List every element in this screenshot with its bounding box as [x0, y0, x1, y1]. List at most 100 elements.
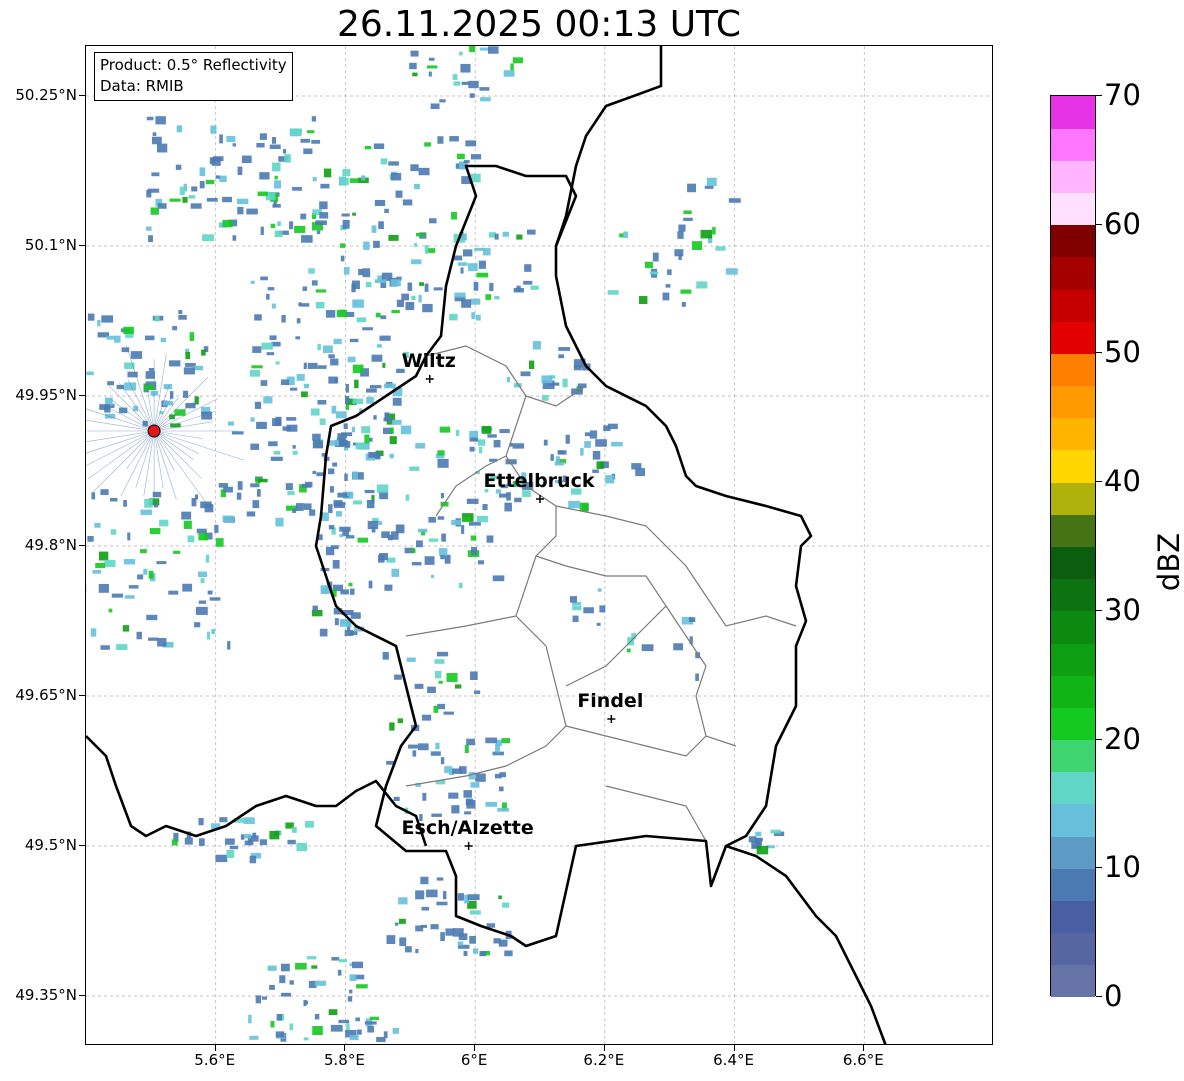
echo-cell	[394, 922, 399, 926]
echo-cell	[572, 602, 582, 606]
echo-cell	[476, 515, 488, 523]
echo-cell	[182, 196, 188, 203]
echo-cell	[169, 391, 174, 399]
echo-cell	[104, 559, 116, 567]
longitude-tick	[863, 1045, 865, 1051]
echo-cell	[526, 229, 536, 235]
colorbar-segment	[1051, 128, 1095, 161]
echo-cell	[680, 289, 692, 294]
echo-cell	[341, 432, 353, 437]
echo-cell	[410, 164, 419, 172]
colorbar-segment	[1051, 192, 1095, 226]
echo-cell	[595, 439, 607, 447]
echo-cell	[428, 538, 439, 542]
echo-cell	[157, 143, 168, 153]
echo-cell	[394, 674, 402, 680]
colorbar-segment	[1051, 803, 1095, 837]
map-canvas	[86, 46, 992, 1044]
echo-cell	[458, 582, 463, 589]
echo-cell	[259, 172, 270, 180]
echo-cell	[86, 371, 94, 376]
echo-cell	[361, 175, 366, 181]
echo-cell	[87, 313, 95, 321]
colorbar-label: dBZ	[1152, 532, 1184, 592]
echo-cell	[200, 578, 205, 584]
echo-cell	[412, 750, 417, 757]
echo-cell	[347, 996, 353, 1002]
echo-cell	[338, 959, 348, 963]
city-label: Esch/Alzette	[401, 817, 534, 839]
echo-cell	[330, 545, 339, 550]
echo-cell	[457, 941, 464, 946]
echo-cell	[378, 221, 384, 230]
echo-cell	[376, 484, 389, 493]
echo-cell	[558, 354, 565, 359]
echo-cell	[368, 451, 380, 458]
echo-cell	[439, 99, 446, 103]
product-label: Product: 0.5° Reflectivity	[100, 56, 287, 74]
echo-cell	[199, 181, 205, 189]
echo-cell	[302, 286, 308, 291]
echo-cell	[449, 136, 459, 142]
echo-cell	[178, 310, 183, 315]
echo-cell	[340, 255, 345, 262]
echo-cell	[92, 569, 102, 574]
echo-cell	[157, 203, 167, 209]
clutter-ray	[126, 430, 155, 470]
echo-cell	[123, 559, 136, 565]
echo-cell	[436, 901, 448, 906]
echo-cell	[219, 134, 223, 144]
echo-cell	[438, 680, 443, 684]
echo-cell	[487, 434, 497, 438]
echo-cell	[398, 918, 406, 924]
echo-cell	[619, 233, 624, 238]
france-belgium-border	[86, 735, 428, 847]
echo-cell	[391, 568, 400, 577]
latitude-tick	[79, 245, 85, 246]
echo-cell	[596, 461, 604, 469]
echo-cell	[361, 426, 371, 434]
echo-cell	[378, 521, 382, 526]
echo-cell	[147, 188, 160, 193]
echo-cell	[276, 1013, 283, 1021]
echo-cell	[227, 421, 234, 426]
echo-cell	[223, 486, 233, 493]
echo-cell	[645, 261, 653, 269]
echo-cell	[362, 327, 373, 331]
echo-cell	[678, 224, 686, 232]
echo-cell	[592, 450, 601, 460]
colorbar-segment	[1051, 385, 1095, 419]
echo-cell	[206, 197, 218, 202]
echo-cell	[226, 135, 236, 143]
echo-cell	[568, 500, 581, 509]
echo-cell	[342, 219, 350, 229]
echo-cell	[583, 607, 594, 614]
echo-cell	[512, 57, 523, 64]
colorbar-segment	[1051, 739, 1095, 773]
echo-cell	[343, 267, 350, 275]
echo-cell	[366, 388, 377, 393]
echo-cell	[405, 494, 410, 501]
radar-map[interactable]	[85, 45, 993, 1045]
echo-cell	[424, 142, 431, 147]
echo-cell	[305, 821, 314, 828]
echo-cell	[189, 332, 195, 341]
echo-cell	[128, 585, 139, 589]
colorbar-segment	[1051, 96, 1095, 129]
echo-cell	[197, 571, 208, 578]
echo-cell	[332, 462, 338, 467]
echo-cell	[476, 272, 489, 278]
echo-cell	[362, 268, 371, 278]
echo-cell	[565, 434, 570, 444]
echo-cell	[159, 519, 169, 527]
echo-cell	[256, 421, 267, 429]
echo-cell	[219, 175, 227, 183]
echo-cell	[183, 367, 195, 375]
colorbar-tick	[1096, 352, 1102, 354]
colorbar-segment	[1051, 482, 1095, 515]
echo-cell	[254, 401, 262, 409]
echo-cell	[315, 220, 327, 226]
echo-cell	[222, 219, 233, 228]
echo-cell	[437, 516, 445, 520]
echo-cell	[226, 849, 235, 858]
